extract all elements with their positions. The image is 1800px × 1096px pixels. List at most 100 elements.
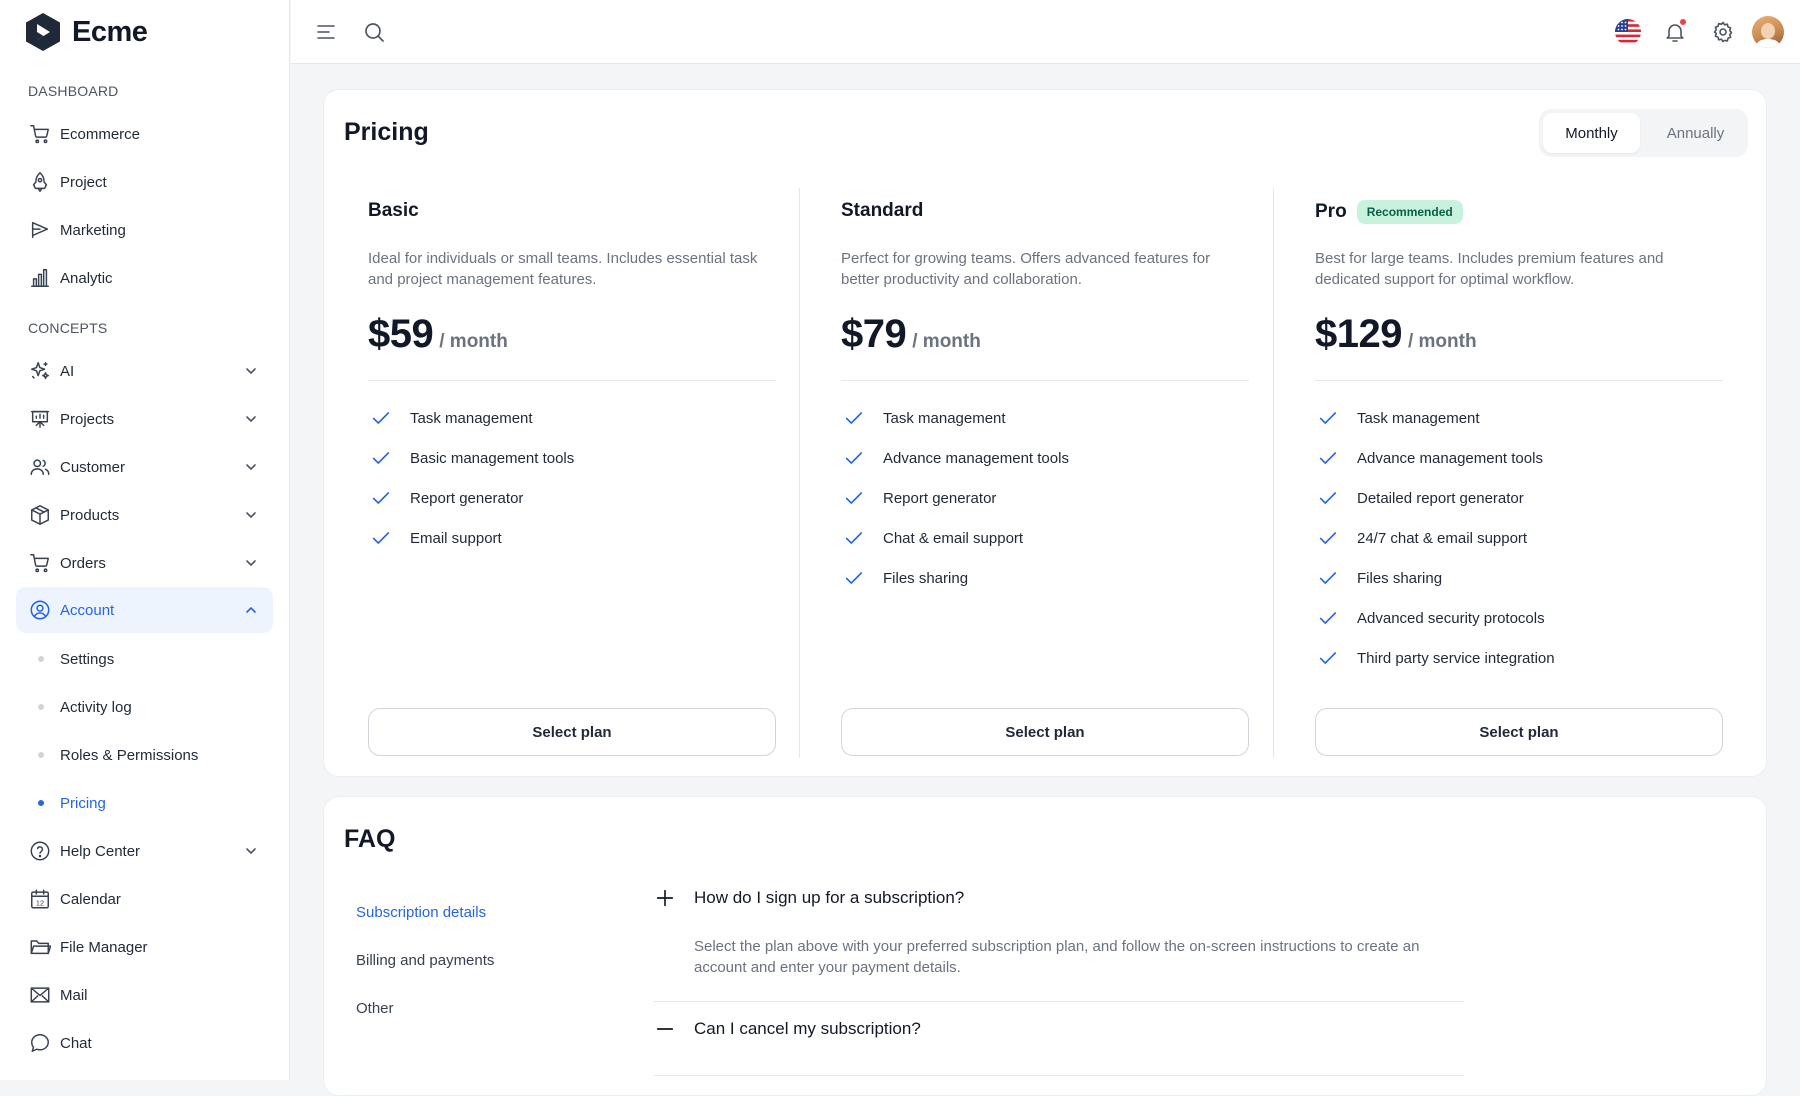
faq-category-subscription-details[interactable]: Subscription details bbox=[356, 904, 486, 921]
feature-item: Report generator bbox=[841, 478, 1069, 518]
toggle-annually[interactable]: Annually bbox=[1647, 113, 1744, 153]
check-icon bbox=[845, 412, 863, 424]
feature-label: Task management bbox=[1357, 409, 1480, 427]
check-icon bbox=[845, 572, 863, 584]
plan-pro: Pro Recommended Best for large teams. In… bbox=[1315, 188, 1723, 758]
check-icon bbox=[372, 492, 390, 504]
faq-question-text: How do I sign up for a subscription? bbox=[694, 888, 965, 907]
divider bbox=[1315, 380, 1723, 381]
sidebar-subitem-activity-log[interactable]: Activity log bbox=[16, 687, 273, 727]
sidebar-item-analytic[interactable]: Analytic bbox=[16, 255, 273, 301]
sidebar-subitem-settings[interactable]: Settings bbox=[16, 639, 273, 679]
feature-item: Email support bbox=[368, 518, 574, 558]
feature-label: Task management bbox=[883, 409, 1006, 427]
plan-name-text: Pro bbox=[1315, 201, 1347, 222]
cart-icon bbox=[28, 122, 52, 146]
menu-icon[interactable] bbox=[314, 20, 338, 44]
topbar bbox=[291, 0, 1800, 64]
faq-category-billing-payments[interactable]: Billing and payments bbox=[356, 952, 494, 969]
plan-price: $79 / month bbox=[841, 312, 981, 357]
sidebar-item-marketing[interactable]: Marketing bbox=[16, 207, 273, 253]
avatar[interactable] bbox=[1752, 16, 1784, 48]
select-plan-pro-button[interactable]: Select plan bbox=[1315, 708, 1723, 756]
faq-question-toggle[interactable]: How do I sign up for a subscription? bbox=[654, 876, 1464, 920]
minus-icon bbox=[656, 1028, 674, 1030]
sidebar-subitem-label: Settings bbox=[60, 650, 115, 668]
feature-label: 24/7 chat & email support bbox=[1357, 529, 1528, 547]
sidebar-item-file-manager[interactable]: File Manager bbox=[16, 924, 273, 970]
faq-title: FAQ bbox=[344, 825, 396, 853]
us-flag-icon[interactable] bbox=[1615, 19, 1641, 45]
recommended-badge: Recommended bbox=[1356, 200, 1463, 224]
plan-name: Standard bbox=[841, 200, 923, 222]
feature-label: Email support bbox=[410, 529, 502, 547]
faq-category-other[interactable]: Other bbox=[356, 1000, 394, 1017]
chevron-down-icon bbox=[246, 560, 256, 566]
search-icon[interactable] bbox=[362, 20, 386, 44]
sidebar-item-projects[interactable]: Projects bbox=[16, 396, 273, 442]
price-amount: $59 bbox=[368, 312, 434, 356]
sidebar-item-ecommerce[interactable]: Ecommerce bbox=[16, 111, 273, 157]
sidebar-subitem-pricing[interactable]: Pricing bbox=[16, 783, 273, 823]
feature-label: Files sharing bbox=[1357, 569, 1443, 587]
sidebar: Ecme DASHBOARD Ecommerce Project Marketi… bbox=[0, 0, 290, 1080]
sidebar-item-label: Chat bbox=[60, 1034, 92, 1052]
sidebar-item-help-center[interactable]: Help Center bbox=[16, 828, 273, 874]
sidebar-item-customer[interactable]: Customer bbox=[16, 444, 273, 490]
sidebar-item-label: File Manager bbox=[60, 938, 148, 956]
faq-question-toggle[interactable]: Can I cancel my subscription? bbox=[654, 1007, 1464, 1051]
rocket-icon bbox=[28, 170, 52, 194]
check-icon bbox=[845, 492, 863, 504]
sidebar-item-chat[interactable]: Chat bbox=[16, 1020, 273, 1066]
check-icon bbox=[372, 532, 390, 544]
feature-item: Advance management tools bbox=[841, 438, 1069, 478]
sidebar-item-label: Products bbox=[60, 506, 120, 524]
megaphone-icon bbox=[28, 218, 52, 242]
cart-icon bbox=[28, 551, 52, 575]
price-period: / month bbox=[439, 331, 508, 352]
pricing-card: Pricing Monthly Annually Basic Ideal for… bbox=[323, 89, 1767, 777]
sidebar-subitem-roles-permissions[interactable]: Roles & Permissions bbox=[16, 735, 273, 775]
gear-icon[interactable] bbox=[1711, 20, 1735, 44]
select-plan-standard-button[interactable]: Select plan bbox=[841, 708, 1249, 756]
divider bbox=[368, 380, 776, 381]
sidebar-item-label: Projects bbox=[60, 410, 115, 428]
faq-answer-text: Select the plan above with your preferre… bbox=[694, 938, 1420, 976]
plan-separator bbox=[1273, 188, 1274, 758]
sidebar-item-label: AI bbox=[60, 362, 75, 380]
plan-price: $129 / month bbox=[1315, 312, 1477, 357]
feature-item: Files sharing bbox=[841, 558, 1069, 598]
chevron-down-icon bbox=[246, 512, 256, 518]
chevron-down-icon bbox=[246, 848, 256, 854]
chevron-up-icon bbox=[246, 607, 256, 613]
sidebar-item-orders[interactable]: Orders bbox=[16, 540, 273, 586]
sidebar-item-label: Calendar bbox=[60, 890, 121, 908]
page-title: Pricing bbox=[344, 118, 429, 146]
plan-name: Pro Recommended bbox=[1315, 200, 1463, 224]
feature-item: Advanced security protocols bbox=[1315, 598, 1555, 638]
faq-divider bbox=[654, 1001, 1464, 1002]
sparkle-icon bbox=[28, 359, 52, 383]
sidebar-item-ai[interactable]: AI bbox=[16, 348, 273, 394]
feature-label: Third party service integration bbox=[1357, 649, 1555, 667]
feature-item: Report generator bbox=[368, 478, 574, 518]
price-amount: $79 bbox=[841, 312, 907, 356]
feature-item: Advance management tools bbox=[1315, 438, 1555, 478]
notification-button[interactable] bbox=[1663, 18, 1687, 44]
bullet-dot bbox=[38, 800, 44, 806]
sidebar-item-label: Analytic bbox=[60, 269, 113, 287]
check-icon bbox=[372, 452, 390, 464]
sidebar-item-project[interactable]: Project bbox=[16, 159, 273, 205]
sidebar-item-products[interactable]: Products bbox=[16, 492, 273, 538]
sidebar-item-mail[interactable]: Mail bbox=[16, 972, 273, 1018]
notification-dot bbox=[1679, 18, 1687, 26]
sidebar-item-account[interactable]: Account bbox=[16, 587, 273, 633]
check-icon bbox=[845, 532, 863, 544]
sidebar-item-calendar[interactable]: 12 Calendar bbox=[16, 876, 273, 922]
plan-price: $59 / month bbox=[368, 312, 508, 357]
app-logo[interactable]: Ecme bbox=[24, 12, 148, 52]
check-icon bbox=[1319, 412, 1337, 424]
select-plan-basic-button[interactable]: Select plan bbox=[368, 708, 776, 756]
toggle-monthly[interactable]: Monthly bbox=[1543, 113, 1640, 153]
chevron-down-icon bbox=[246, 368, 256, 374]
